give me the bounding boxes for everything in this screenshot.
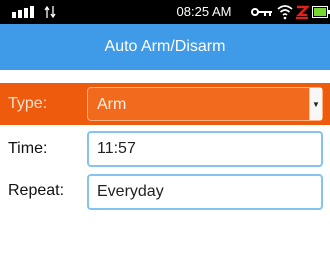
time-input[interactable]: 11:57 [87, 131, 323, 167]
battery-icon [312, 6, 330, 18]
time-label: Time: [8, 140, 48, 157]
status-bar: 08:25 AM [0, 0, 330, 24]
wifi-icon [277, 5, 293, 20]
key-icon [251, 8, 272, 16]
type-select-value: Arm [97, 96, 127, 113]
repeat-input[interactable]: Everyday [87, 174, 323, 210]
repeat-label: Repeat: [8, 182, 65, 199]
status-time: 08:25 AM [176, 4, 232, 19]
type-label: Type: [8, 95, 48, 112]
page-title: Auto Arm/Disarm [104, 38, 226, 55]
dropdown-arrow-icon[interactable]: ▼ [309, 88, 322, 120]
signal-bars-icon [12, 6, 34, 18]
alarm-icon [295, 5, 309, 19]
type-row: Type: Arm ▼ [0, 83, 330, 125]
data-arrows-icon [44, 5, 56, 19]
title-bar: Auto Arm/Disarm [0, 24, 330, 70]
type-select[interactable]: Arm ▼ [87, 87, 323, 121]
